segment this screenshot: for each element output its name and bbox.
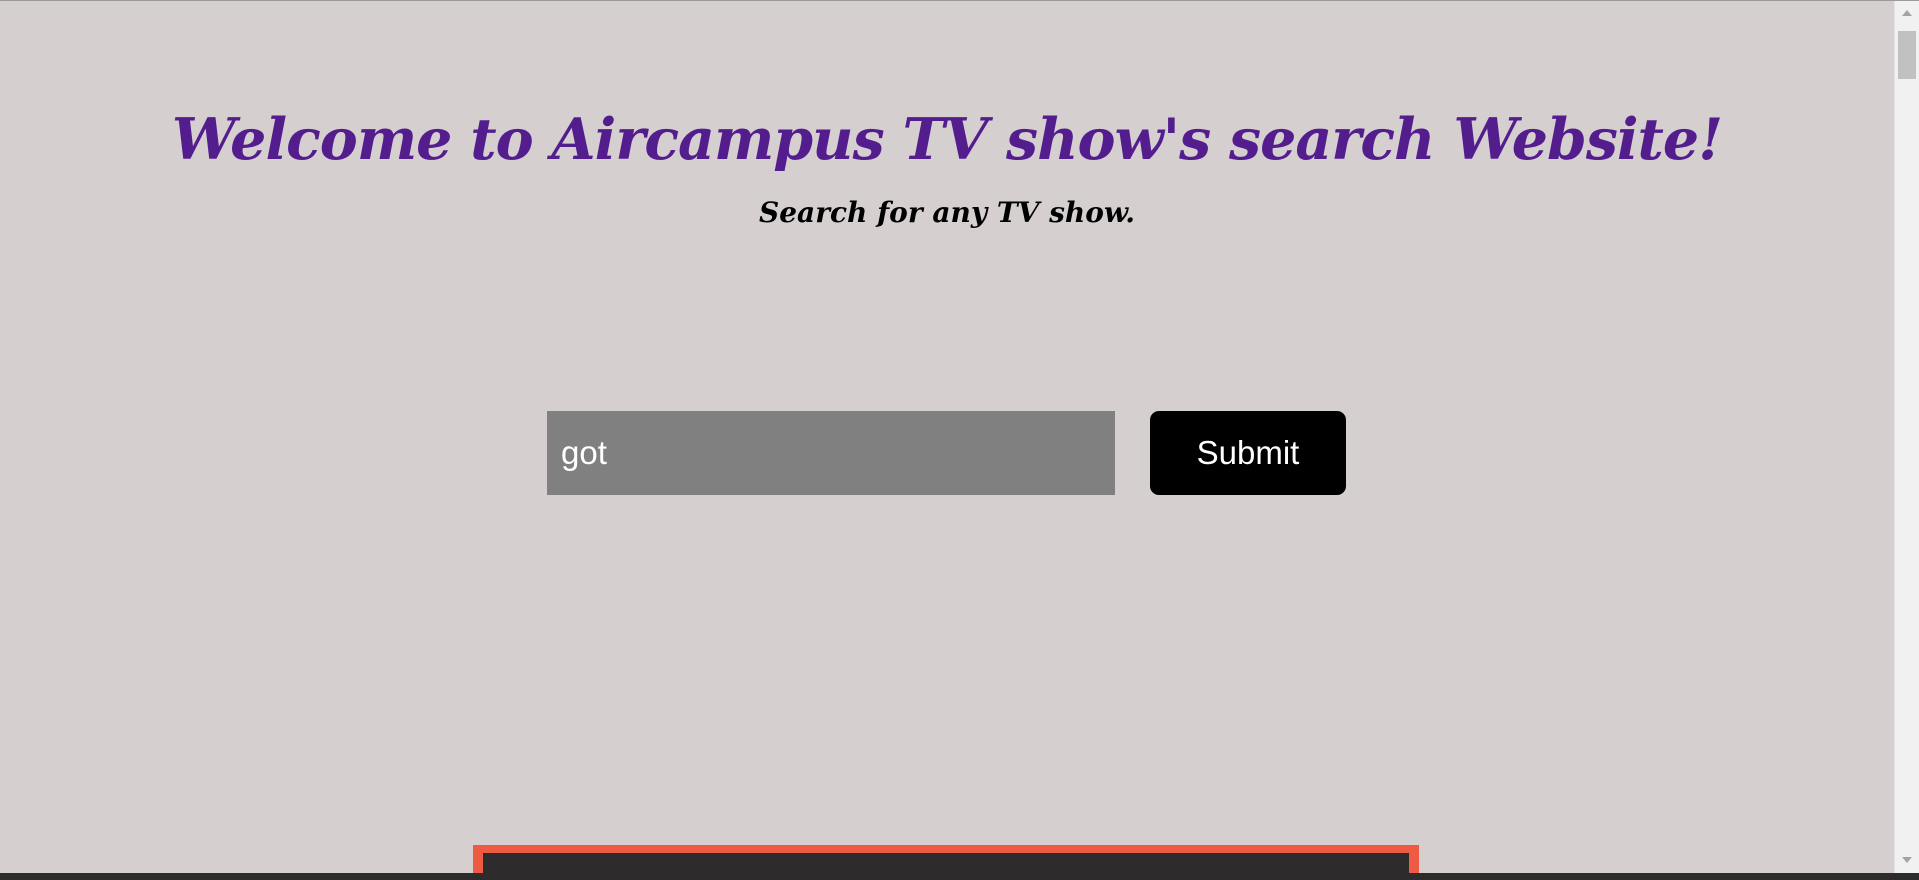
page-subtitle: Search for any TV show. (759, 196, 1135, 229)
chevron-down-icon[interactable] (1902, 857, 1912, 863)
bottom-edge-bar (0, 873, 1919, 880)
submit-button[interactable]: Submit (1150, 411, 1346, 495)
page: Welcome to Aircampus TV show's search We… (0, 1, 1894, 880)
page-title: Welcome to Aircampus TV show's search We… (171, 106, 1723, 173)
search-input[interactable] (547, 411, 1115, 495)
chevron-up-icon[interactable] (1902, 10, 1912, 16)
search-form: Submit (547, 411, 1347, 495)
vertical-scrollbar[interactable] (1894, 1, 1919, 873)
scrollbar-thumb[interactable] (1898, 31, 1916, 79)
